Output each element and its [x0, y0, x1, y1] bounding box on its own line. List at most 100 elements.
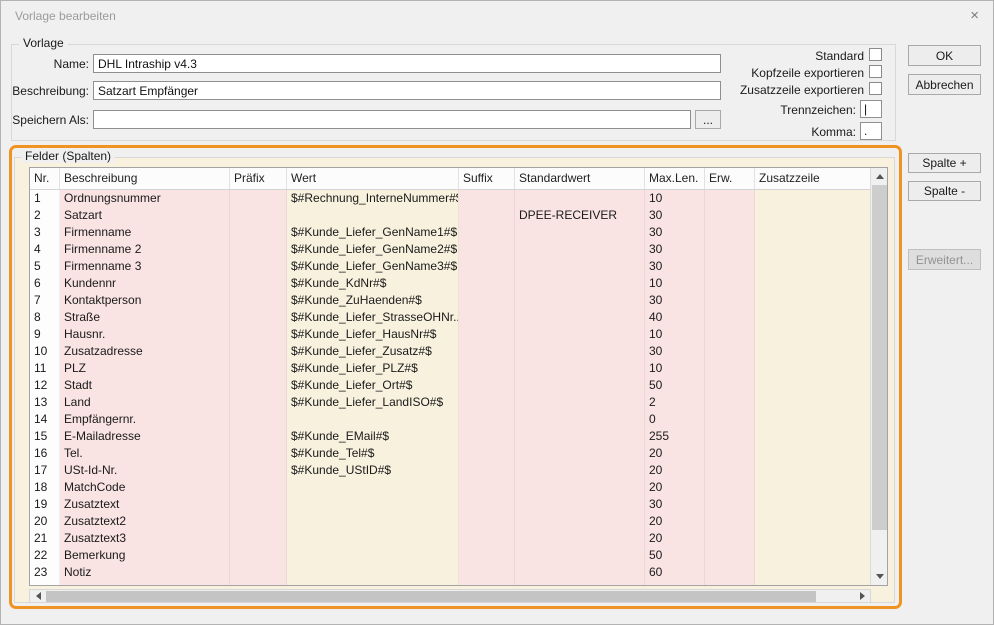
table-row[interactable]: 16 Tel. $#Kunde_Tel#$ 20 — [30, 445, 887, 462]
erweitert-button[interactable]: Erweitert... — [908, 249, 981, 270]
spalte-plus-button[interactable]: Spalte + — [908, 153, 981, 173]
cell-suffix — [459, 581, 515, 586]
cell-beschreibung: Bemerkung — [60, 547, 230, 564]
column-header-standardwert[interactable]: Standardwert — [515, 168, 645, 189]
cell-wert: $#Kunde_Liefer_Ort#$ — [287, 377, 459, 394]
speichern-als-input[interactable] — [93, 110, 691, 129]
standard-checkbox[interactable] — [869, 48, 882, 61]
cell-suffix — [459, 360, 515, 377]
table-row[interactable]: 9 Hausnr. $#Kunde_Liefer_HausNr#$ 10 — [30, 326, 887, 343]
table-row[interactable]: 1 Ordnungsnummer $#Rechnung_InterneNumme… — [30, 190, 887, 207]
scroll-left-icon[interactable] — [30, 590, 46, 602]
cell-beschreibung: Kontaktperson — [60, 292, 230, 309]
table-row[interactable]: 12 Stadt $#Kunde_Liefer_Ort#$ 50 — [30, 377, 887, 394]
cell-suffix — [459, 258, 515, 275]
cell-maxlen: 10 — [645, 326, 705, 343]
cell-maxlen: 30 — [645, 496, 705, 513]
cell-nr: 21 — [30, 530, 60, 547]
cell-beschreibung: Zusatztext — [60, 496, 230, 513]
cell-beschreibung: Hausnr. — [60, 326, 230, 343]
cell-zusatzzeile — [755, 190, 871, 207]
cell-maxlen: 20 — [645, 479, 705, 496]
ok-button[interactable]: OK — [908, 45, 981, 66]
cell-maxlen: 40 — [645, 309, 705, 326]
horizontal-scrollbar[interactable] — [29, 589, 871, 603]
table-row[interactable]: 2 Satzart DPEE-RECEIVER 30 — [30, 207, 887, 224]
cell-beschreibung: Zusatztext3 — [60, 530, 230, 547]
cell-nr: 4 — [30, 241, 60, 258]
table-row[interactable]: 6 Kundennr $#Kunde_KdNr#$ 10 — [30, 275, 887, 292]
cell-zusatzzeile — [755, 513, 871, 530]
cell-erw — [705, 428, 755, 445]
table-row[interactable]: 11 PLZ $#Kunde_Liefer_PLZ#$ 10 — [30, 360, 887, 377]
table-row[interactable]: 18 MatchCode 20 — [30, 479, 887, 496]
cell-zusatzzeile — [755, 275, 871, 292]
table-row[interactable]: 14 Empfängernr. 0 — [30, 411, 887, 428]
table-row[interactable]: 10 Zusatzadresse $#Kunde_Liefer_Zusatz#$… — [30, 343, 887, 360]
cell-standardwert — [515, 258, 645, 275]
table-row[interactable]: 19 Zusatztext 30 — [30, 496, 887, 513]
horizontal-scroll-thumb[interactable] — [46, 591, 816, 602]
vertical-scroll-thumb[interactable] — [872, 185, 887, 530]
cell-nr: 6 — [30, 275, 60, 292]
column-header-maxlen[interactable]: Max.Len. — [645, 168, 705, 189]
cell-standardwert — [515, 564, 645, 581]
name-input[interactable] — [93, 54, 721, 73]
cell-wert: $#Kunde_ZuHaenden#$ — [287, 292, 459, 309]
table-row[interactable]: 13 Land $#Kunde_Liefer_LandISO#$ 2 — [30, 394, 887, 411]
cell-suffix — [459, 445, 515, 462]
cell-suffix — [459, 275, 515, 292]
cell-maxlen: 10 — [645, 275, 705, 292]
close-icon[interactable]: × — [970, 1, 979, 31]
spalte-minus-button[interactable]: Spalte - — [908, 181, 981, 201]
table-row[interactable]: 3 Firmenname $#Kunde_Liefer_GenName1#$ 3… — [30, 224, 887, 241]
beschreibung-input[interactable] — [93, 81, 721, 100]
table-row[interactable]: 8 Straße $#Kunde_Liefer_StrasseOHNr... 4… — [30, 309, 887, 326]
scroll-down-icon[interactable] — [871, 568, 888, 585]
column-header-praefix[interactable]: Präfix — [230, 168, 287, 189]
zusatzzeile-checkbox-label: Zusatzzeile exportieren — [651, 83, 864, 97]
column-header-nr[interactable]: Nr. — [30, 168, 60, 189]
cell-zusatzzeile — [755, 445, 871, 462]
beschreibung-label: Beschreibung: — [11, 84, 89, 98]
vorlage-group-label: Vorlage — [19, 37, 68, 50]
cell-maxlen: 2 — [645, 394, 705, 411]
cell-nr: 10 — [30, 343, 60, 360]
table-row[interactable]: 5 Firmenname 3 $#Kunde_Liefer_GenName3#$… — [30, 258, 887, 275]
cell-zusatzzeile — [755, 241, 871, 258]
cell-beschreibung: PLZ — [60, 360, 230, 377]
cell-nr: 8 — [30, 309, 60, 326]
cell-erw — [705, 190, 755, 207]
table-row[interactable]: 7 Kontaktperson $#Kunde_ZuHaenden#$ 30 — [30, 292, 887, 309]
column-header-suffix[interactable]: Suffix — [459, 168, 515, 189]
cell-erw — [705, 224, 755, 241]
cell-suffix — [459, 309, 515, 326]
table-row[interactable]: 17 USt-Id-Nr. $#Kunde_UStID#$ 20 — [30, 462, 887, 479]
cell-praefix — [230, 479, 287, 496]
scroll-up-icon[interactable] — [871, 168, 888, 185]
cell-erw — [705, 258, 755, 275]
trennzeichen-input[interactable] — [860, 100, 882, 118]
table-row[interactable]: 20 Zusatztext2 20 — [30, 513, 887, 530]
column-header-erw[interactable]: Erw. — [705, 168, 755, 189]
cell-zusatzzeile — [755, 394, 871, 411]
table-row[interactable]: 23 Notiz 60 — [30, 564, 887, 581]
komma-input[interactable] — [860, 122, 882, 140]
cell-suffix — [459, 394, 515, 411]
cell-suffix — [459, 326, 515, 343]
zusatzzeile-checkbox[interactable] — [869, 82, 882, 95]
vertical-scrollbar[interactable] — [870, 168, 887, 585]
abbrechen-button[interactable]: Abbrechen — [908, 74, 981, 95]
kopfzeile-checkbox[interactable] — [869, 65, 882, 78]
table-row[interactable]: 21 Zusatztext3 20 — [30, 530, 887, 547]
table-row[interactable]: 4 Firmenname 2 $#Kunde_Liefer_GenName2#$… — [30, 241, 887, 258]
column-header-wert[interactable]: Wert — [287, 168, 459, 189]
table-body: 1 Ordnungsnummer $#Rechnung_InterneNumme… — [30, 190, 887, 581]
cell-standardwert — [515, 445, 645, 462]
table-row[interactable]: 22 Bemerkung 50 — [30, 547, 887, 564]
cell-nr: 2 — [30, 207, 60, 224]
column-header-zusatzzeile[interactable]: Zusatzzeile — [755, 168, 871, 189]
column-header-beschreibung[interactable]: Beschreibung — [60, 168, 230, 189]
scroll-right-icon[interactable] — [854, 590, 870, 602]
table-row[interactable]: 15 E-Mailadresse $#Kunde_EMail#$ 255 — [30, 428, 887, 445]
